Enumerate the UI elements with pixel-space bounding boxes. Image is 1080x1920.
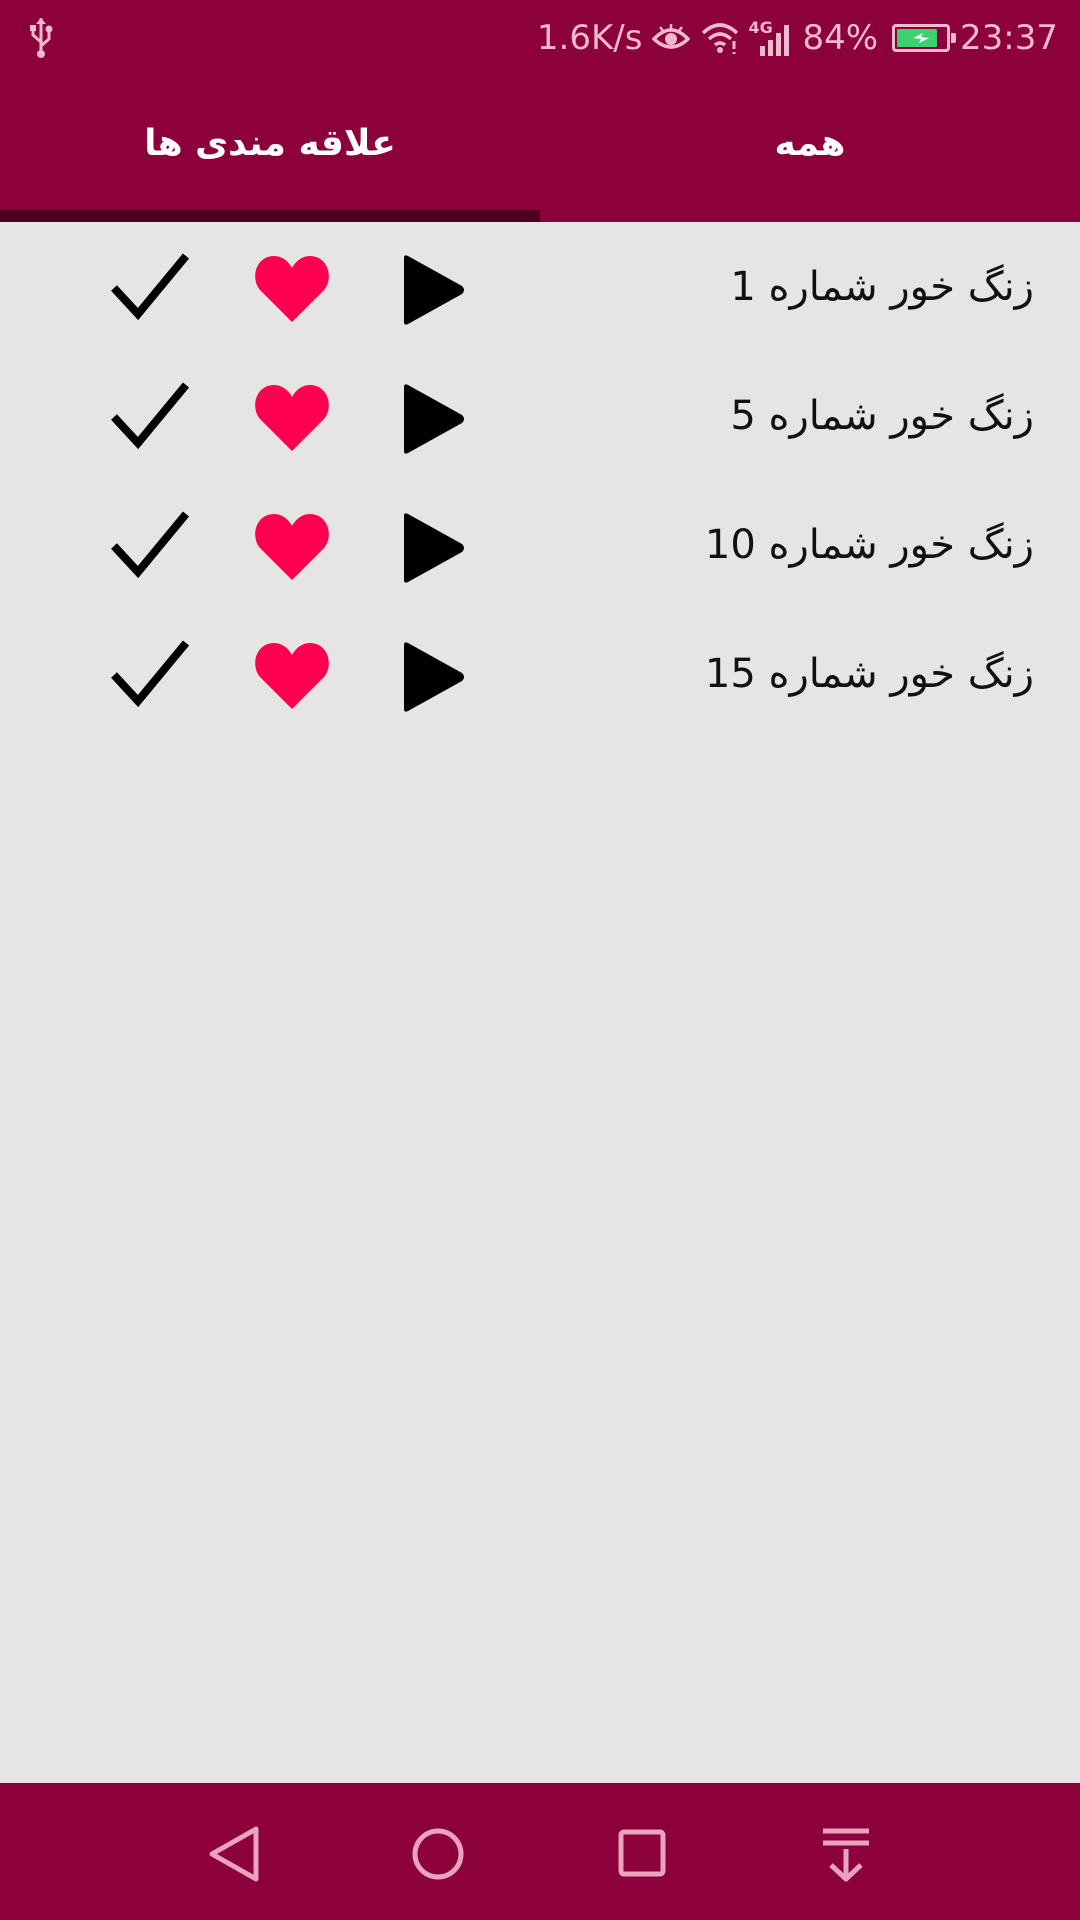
back-icon[interactable]: [198, 1819, 268, 1889]
list-item[interactable]: زنگ خور شماره 10: [0, 480, 1080, 609]
ringtone-title: زنگ خور شماره 1: [730, 263, 1034, 310]
usb-icon: [30, 18, 53, 58]
list-item[interactable]: زنگ خور شماره 5: [0, 351, 1080, 480]
tab-favorites-label: علاقه مندی ها: [144, 123, 396, 164]
cell-signal: 4G: [748, 17, 792, 58]
navigation-bar: [0, 1783, 1080, 1920]
play-icon[interactable]: [398, 639, 468, 715]
eye-icon: [652, 23, 691, 49]
heart-icon[interactable]: [252, 252, 332, 324]
battery-icon: [892, 23, 957, 52]
status-icons: 1.6K/s 4G 84% 23:37: [537, 0, 1058, 75]
tab-favorites[interactable]: علاقه مندی ها: [0, 75, 540, 222]
recents-icon[interactable]: [607, 1819, 677, 1889]
tab-bar: همه علاقه مندی ها: [0, 75, 1080, 222]
clock: 23:37: [960, 17, 1058, 58]
tab-all[interactable]: همه: [540, 75, 1080, 222]
network-type: 4G: [748, 17, 773, 37]
ringtone-title: زنگ خور شماره 15: [704, 650, 1034, 697]
home-icon[interactable]: [403, 1819, 473, 1889]
notification-pull-icon[interactable]: [811, 1819, 881, 1889]
ringtone-list: زنگ خور شماره 1 زنگ خور شماره 5 زنگ خور …: [0, 222, 1080, 738]
heart-icon[interactable]: [252, 510, 332, 582]
tab-all-label: همه: [774, 123, 846, 164]
list-item[interactable]: زنگ خور شماره 1: [0, 222, 1080, 351]
check-icon[interactable]: [110, 252, 190, 324]
network-speed: 1.6K/s: [536, 17, 643, 58]
play-icon[interactable]: [398, 381, 468, 457]
wifi-icon: [702, 22, 739, 54]
check-icon[interactable]: [110, 381, 190, 453]
list-item[interactable]: زنگ خور شماره 15: [0, 609, 1080, 738]
ringtone-title: زنگ خور شماره 10: [704, 521, 1034, 568]
check-icon[interactable]: [110, 639, 190, 711]
heart-icon[interactable]: [252, 639, 332, 711]
status-bar: 1.6K/s 4G 84% 23:37: [0, 0, 1080, 75]
play-icon[interactable]: [398, 252, 468, 328]
heart-icon[interactable]: [252, 381, 332, 453]
check-icon[interactable]: [110, 510, 190, 582]
battery-percent: 84%: [802, 17, 879, 58]
play-icon[interactable]: [398, 510, 468, 586]
ringtone-title: زنگ خور شماره 5: [730, 392, 1034, 439]
